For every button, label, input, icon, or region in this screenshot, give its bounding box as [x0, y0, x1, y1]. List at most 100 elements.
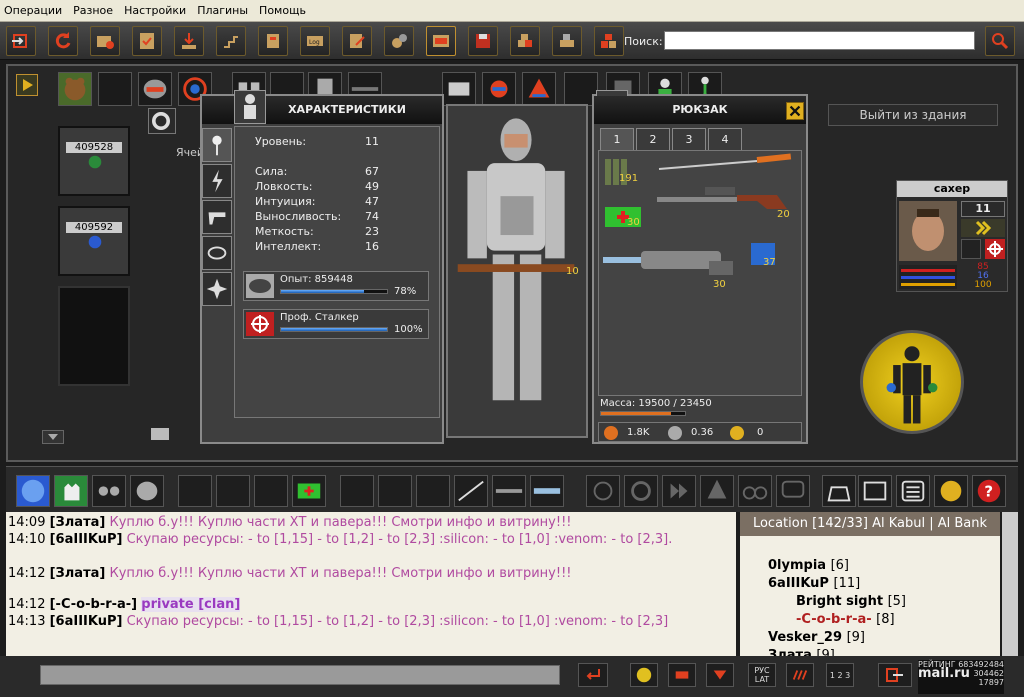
body-map[interactable]: [860, 330, 964, 434]
log-button[interactable]: Log: [300, 26, 330, 56]
message-text[interactable]: private [clan]: [141, 597, 241, 612]
action-slot-empty[interactable]: [378, 475, 412, 507]
online-user[interactable]: -C-o-b-r-a- [8]: [796, 612, 895, 627]
medal-slot[interactable]: [482, 72, 516, 106]
chevron-right-icon[interactable]: [961, 219, 1005, 237]
chat-bubble-button[interactable]: [776, 475, 810, 507]
ammo-item[interactable]: 191: [601, 155, 638, 189]
tab-crafting[interactable]: [202, 236, 232, 270]
empty-slot[interactable]: [98, 72, 132, 106]
tree-button[interactable]: [700, 475, 734, 507]
battery-item[interactable]: 37: [747, 239, 779, 271]
refresh-button[interactable]: [48, 26, 78, 56]
action-slot-empty[interactable]: [178, 475, 212, 507]
target-button[interactable]: [586, 475, 620, 507]
action-slot-medkit[interactable]: [292, 475, 326, 507]
toolbar-button-13[interactable]: [510, 26, 540, 56]
chat-input[interactable]: [40, 665, 560, 685]
storage-cell-1[interactable]: 409528: [58, 126, 130, 196]
empty-slot[interactable]: [961, 239, 981, 259]
tab-stats[interactable]: [202, 128, 232, 162]
user-name[interactable]: 6aIIIKuP: [768, 576, 829, 591]
toolbar-button-14[interactable]: [552, 26, 582, 56]
menu-plugins[interactable]: Плагины: [197, 4, 248, 17]
z-coin-button[interactable]: [934, 475, 968, 507]
storage-cell-3[interactable]: [58, 286, 130, 386]
list-button[interactable]: [896, 475, 930, 507]
search-input[interactable]: [664, 31, 975, 50]
backpack-tab-2[interactable]: 2: [636, 128, 670, 152]
online-user[interactable]: 0lympia [6]: [768, 558, 849, 573]
sniper-rifle-item[interactable]: 20: [655, 183, 795, 223]
eraser-button[interactable]: [668, 663, 696, 687]
action-slot-empty[interactable]: [416, 475, 450, 507]
tab-skills[interactable]: [202, 164, 232, 198]
badge-slot[interactable]: [522, 72, 556, 106]
download-button[interactable]: [174, 26, 204, 56]
menu-help[interactable]: Помощь: [259, 4, 306, 17]
plasma-rifle-item[interactable]: 30: [601, 243, 735, 291]
user-name[interactable]: Злата: [768, 648, 812, 656]
group-button[interactable]: [738, 475, 772, 507]
exit-building-button[interactable]: Выйти из здания: [828, 104, 998, 126]
message-nick[interactable]: [-C-o-b-r-a-]: [50, 597, 138, 612]
tab-effects[interactable]: [202, 272, 232, 306]
numbers-button[interactable]: 1 2 3: [826, 663, 854, 687]
message-nick[interactable]: [6aIIIKuP]: [50, 532, 123, 547]
expand-button[interactable]: [16, 74, 38, 96]
backpack-tab-4[interactable]: 4: [708, 128, 742, 152]
toolbar-button-15[interactable]: [594, 26, 624, 56]
message-nick[interactable]: [Злата]: [50, 566, 106, 581]
user-name[interactable]: Vesker_29: [768, 630, 842, 645]
frame-button[interactable]: [858, 475, 892, 507]
tab-weapons[interactable]: [202, 200, 232, 234]
action-slot-4[interactable]: [130, 475, 164, 507]
layout-button[interactable]: РУС LAT: [748, 663, 776, 687]
menu-operations[interactable]: Операции: [4, 4, 62, 17]
action-slot-rifle[interactable]: [492, 475, 526, 507]
online-scrollbar[interactable]: [1002, 512, 1018, 656]
action-slot-2[interactable]: [54, 475, 88, 507]
katana-item[interactable]: [657, 153, 793, 173]
character-figure[interactable]: 10: [446, 104, 588, 438]
quests-button[interactable]: [132, 26, 162, 56]
toolbar-button-7[interactable]: [258, 26, 288, 56]
window-button[interactable]: [426, 26, 456, 56]
menu-misc[interactable]: Разное: [73, 4, 113, 17]
bag-button[interactable]: [822, 475, 856, 507]
message-nick[interactable]: [Злата]: [50, 515, 106, 530]
smiley-button[interactable]: [630, 663, 658, 687]
menu-settings[interactable]: Настройки: [124, 4, 186, 17]
action-slot-empty[interactable]: [216, 475, 250, 507]
help-button[interactable]: ?: [972, 475, 1006, 507]
reload-button[interactable]: [624, 475, 658, 507]
online-user[interactable]: 6aIIIKuP [11]: [768, 576, 860, 591]
action-slot-3[interactable]: [92, 475, 126, 507]
user-name[interactable]: 0lympia: [768, 558, 826, 573]
filter-button[interactable]: [706, 663, 734, 687]
user-name[interactable]: -C-o-b-r-a-: [796, 612, 872, 627]
character-button[interactable]: [234, 90, 266, 124]
action-slot-empty[interactable]: [254, 475, 288, 507]
online-user[interactable]: Злата [9]: [768, 648, 835, 656]
toolbar-button-3[interactable]: [90, 26, 120, 56]
device-slot[interactable]: [442, 72, 476, 106]
logout-button[interactable]: [878, 663, 912, 687]
backpack-tab-3[interactable]: 3: [672, 128, 706, 152]
save-button[interactable]: [468, 26, 498, 56]
send-button[interactable]: [578, 663, 608, 687]
target-name[interactable]: сахер: [897, 181, 1007, 197]
helmet-slot[interactable]: [138, 72, 172, 106]
close-button[interactable]: [786, 102, 804, 120]
toolbar-button-6[interactable]: [216, 26, 246, 56]
scroll-down-button[interactable]: [42, 430, 64, 444]
online-user[interactable]: Vesker_29 [9]: [768, 630, 865, 645]
avatar[interactable]: [899, 201, 957, 261]
medkit-item[interactable]: 30: [601, 203, 647, 233]
settings-button[interactable]: [384, 26, 414, 56]
lines-button[interactable]: [786, 663, 814, 687]
notes-button[interactable]: [342, 26, 372, 56]
login-button[interactable]: [6, 26, 36, 56]
forward-button[interactable]: [662, 475, 696, 507]
storage-cell-2[interactable]: 409592: [58, 206, 130, 276]
